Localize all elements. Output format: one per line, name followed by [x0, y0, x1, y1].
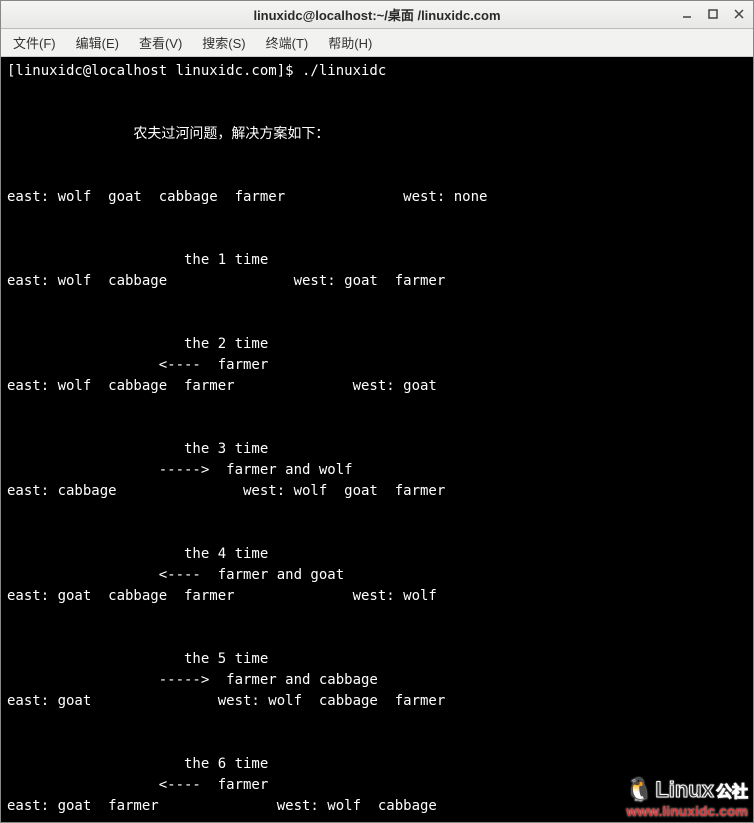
titlebar[interactable]: linuxidc@localhost:~/桌面 /linuxidc.com	[1, 1, 753, 29]
menu-file[interactable]: 文件(F)	[9, 31, 60, 54]
terminal-line: the 6 time	[7, 754, 747, 775]
terminal-line	[7, 103, 747, 124]
terminal-line	[7, 82, 747, 103]
minimize-button[interactable]	[677, 4, 697, 24]
terminal-line: the 1 time	[7, 250, 747, 271]
terminal-line: <---- farmer	[7, 355, 747, 376]
terminal-line: east: cabbage west: wolf goat farmer	[7, 481, 747, 502]
terminal-line	[7, 817, 747, 822]
menu-search[interactable]: 搜索(S)	[198, 31, 249, 54]
terminal-line: <---- farmer and goat	[7, 565, 747, 586]
terminal-line	[7, 208, 747, 229]
terminal-output[interactable]: [linuxidc@localhost linuxidc.com]$ ./lin…	[1, 57, 753, 822]
window-title: linuxidc@localhost:~/桌面 /linuxidc.com	[253, 5, 500, 24]
terminal-line	[7, 607, 747, 628]
terminal-line	[7, 628, 747, 649]
menu-edit[interactable]: 编辑(E)	[72, 31, 123, 54]
terminal-line: east: wolf goat cabbage farmer west: non…	[7, 187, 747, 208]
terminal-line: east: wolf cabbage farmer west: goat	[7, 376, 747, 397]
terminal-line	[7, 712, 747, 733]
terminal-line: <---- farmer	[7, 775, 747, 796]
maximize-button[interactable]	[703, 4, 723, 24]
menu-terminal[interactable]: 终端(T)	[262, 31, 313, 54]
terminal-line: east: goat farmer west: wolf cabbage	[7, 796, 747, 817]
terminal-line	[7, 523, 747, 544]
terminal-line: east: wolf cabbage west: goat farmer	[7, 271, 747, 292]
menu-help[interactable]: 帮助(H)	[324, 31, 376, 54]
terminal-line	[7, 502, 747, 523]
terminal-line: the 3 time	[7, 439, 747, 460]
terminal-window: linuxidc@localhost:~/桌面 /linuxidc.com 文件…	[0, 0, 754, 823]
close-icon	[733, 8, 745, 20]
terminal-line	[7, 313, 747, 334]
terminal-line	[7, 418, 747, 439]
terminal-line	[7, 166, 747, 187]
terminal-line: the 5 time	[7, 649, 747, 670]
menu-view[interactable]: 查看(V)	[135, 31, 186, 54]
terminal-line: the 2 time	[7, 334, 747, 355]
terminal-line	[7, 733, 747, 754]
menubar: 文件(F) 编辑(E) 查看(V) 搜索(S) 终端(T) 帮助(H)	[1, 29, 753, 57]
minimize-icon	[681, 8, 693, 20]
terminal-line: the 4 time	[7, 544, 747, 565]
terminal-line	[7, 145, 747, 166]
terminal-line: [linuxidc@localhost linuxidc.com]$ ./lin…	[7, 61, 747, 82]
terminal-line	[7, 292, 747, 313]
terminal-line: east: goat cabbage farmer west: wolf	[7, 586, 747, 607]
terminal-line	[7, 229, 747, 250]
window-controls	[677, 4, 749, 24]
maximize-icon	[707, 8, 719, 20]
terminal-line	[7, 397, 747, 418]
terminal-line: east: goat west: wolf cabbage farmer	[7, 691, 747, 712]
terminal-line: -----> farmer and wolf	[7, 460, 747, 481]
terminal-line: -----> farmer and cabbage	[7, 670, 747, 691]
terminal-line: 农夫过河问题，解决方案如下：	[7, 124, 747, 145]
close-button[interactable]	[729, 4, 749, 24]
